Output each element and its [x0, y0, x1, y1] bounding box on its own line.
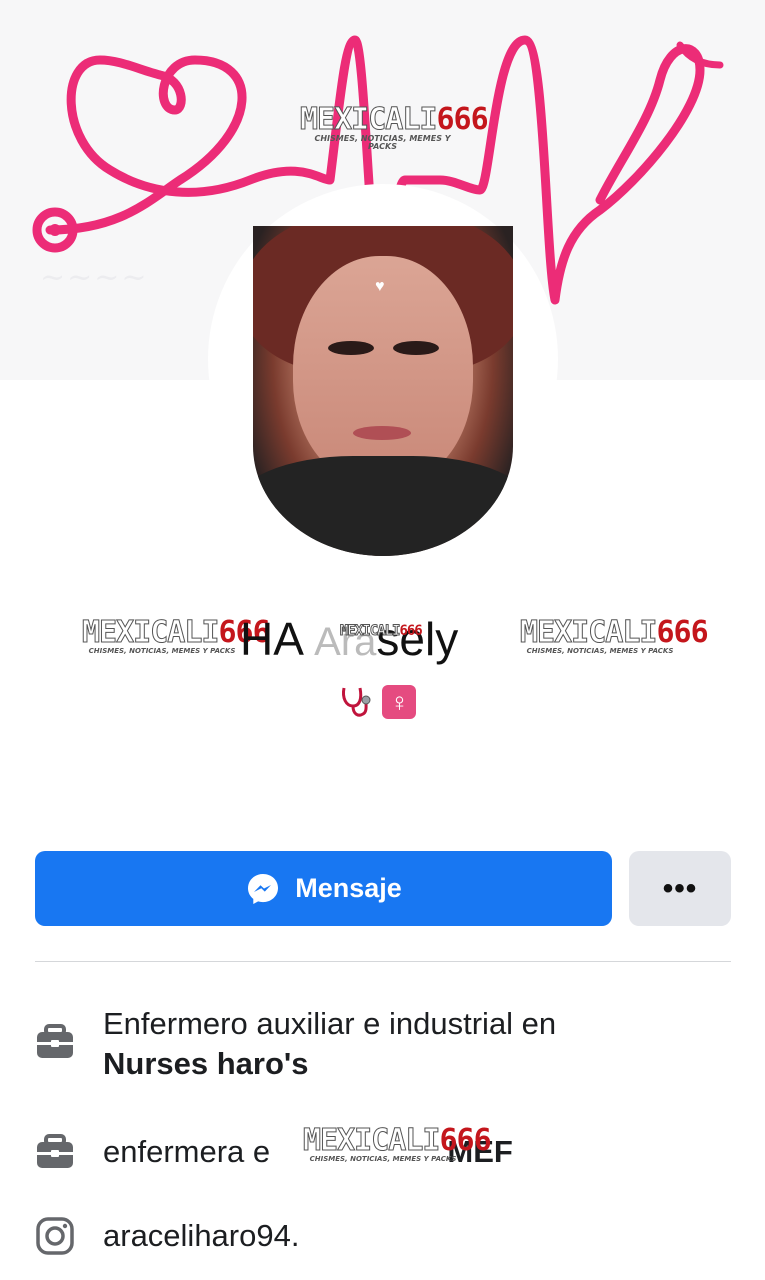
- watermark-logo: MEXICALI666 CHISMES, NOTICIAS, MEMES Y P…: [303, 1123, 492, 1163]
- message-button[interactable]: Mensaje: [35, 851, 612, 926]
- work-info-text: enfermera e: [103, 1134, 271, 1169]
- divider: [35, 961, 731, 962]
- profile-name-text: HA Arasely: [240, 613, 459, 665]
- female-sign-emoji: ♀: [382, 685, 417, 719]
- stethoscope-emoji: [342, 687, 371, 717]
- more-icon: •••: [662, 871, 698, 905]
- heart-icon: ♥: [375, 278, 385, 295]
- instagram-icon: [36, 1217, 74, 1255]
- profile-picture[interactable]: ♥: [253, 226, 513, 556]
- name-emojis: ♀: [338, 684, 417, 724]
- profile-name: MEXICALI666 CHISMES, NOTICIAS, MEMES Y P…: [80, 608, 709, 678]
- briefcase-icon: [37, 1134, 73, 1168]
- watermark-logo-small: MEXICALI666: [339, 623, 422, 639]
- instagram-info-row[interactable]: araceliharo94.: [35, 1214, 735, 1258]
- watermark-logo: MEXICALI666 CHISMES, NOTICIAS, MEMES Y P…: [520, 615, 709, 655]
- work-info-row[interactable]: enfermera e MEF MEXICALI666 CHISMES, NOT…: [35, 1125, 735, 1174]
- watermark-logo: MEXICALI666 CHISMES, NOTICIAS, MEMES Y P…: [82, 615, 271, 655]
- briefcase-icon: [37, 1024, 73, 1058]
- work-info-text: Enfermero auxiliar e industrial en: [103, 1006, 557, 1041]
- workplace-link[interactable]: Nurses haro's: [103, 1046, 309, 1081]
- more-options-button[interactable]: •••: [629, 851, 731, 926]
- work-info-row[interactable]: Enfermero auxiliar e industrial en Nurse…: [35, 1004, 735, 1094]
- messenger-icon: [248, 873, 279, 904]
- watermark-logo: MEXICALI666 CHISMES, NOTICIAS, MEMES Y P…: [300, 102, 489, 151]
- message-button-label: Mensaje: [295, 873, 402, 903]
- instagram-handle[interactable]: araceliharo94.: [103, 1216, 299, 1256]
